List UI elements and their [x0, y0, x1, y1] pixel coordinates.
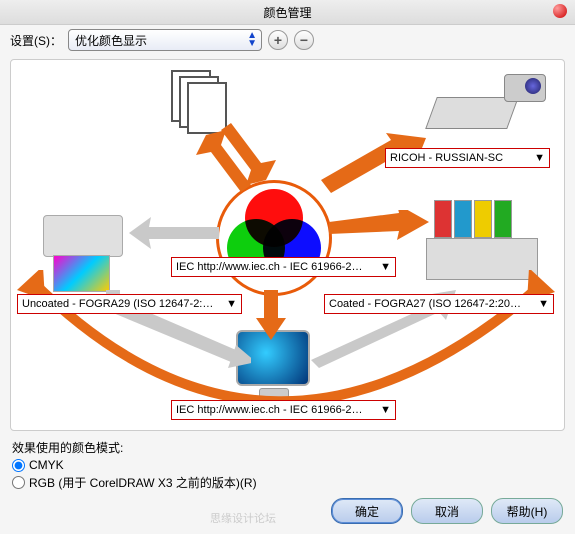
rgb-profile-value: IEC http://www.iec.ch - IEC 61966-2… — [176, 261, 362, 273]
printer-profile-value: Uncoated - FOGRA29 (ISO 12647-2:… — [22, 298, 213, 310]
arrow-engine-to-printer-icon — [129, 215, 219, 255]
cmyk-label: CMYK — [29, 458, 64, 472]
chevron-down-icon: ▼ — [380, 404, 391, 416]
chevron-down-icon: ▼ — [380, 261, 391, 273]
press-profile-dropdown[interactable]: Coated - FOGRA27 (ISO 12647-2:20… ▼ — [324, 294, 554, 314]
effects-color-mode-group: 效果使用的颜色模式: CMYK RGB (用于 CorelDRAW X3 之前的… — [12, 439, 563, 491]
scanner-profile-dropdown[interactable]: RICOH - RUSSIAN-SC ▼ — [385, 148, 550, 168]
watermark-text: 思缘设计论坛 — [210, 510, 276, 526]
effects-heading: 效果使用的颜色模式: — [12, 439, 563, 456]
preset-dropdown[interactable]: 优化颜色显示 ▲▼ — [68, 29, 262, 51]
cancel-button[interactable]: 取消 — [411, 498, 483, 524]
chevron-down-icon: ▼ — [226, 298, 237, 310]
window-title: 颜色管理 — [263, 4, 311, 21]
press-profile-value: Coated - FOGRA27 (ISO 12647-2:20… — [329, 298, 521, 310]
arrow-engine-to-doc-icon — [216, 120, 276, 190]
color-flow-panel: RICOH - RUSSIAN-SC ▼ IEC http://www.iec.… — [10, 59, 565, 431]
printer-profile-dropdown[interactable]: Uncoated - FOGRA29 (ISO 12647-2:… ▼ — [17, 294, 242, 314]
close-icon[interactable] — [553, 4, 567, 18]
press-icon — [426, 200, 546, 280]
minus-icon: − — [300, 33, 308, 47]
chevron-down-icon: ▼ — [538, 298, 549, 310]
monitor-profile-value: IEC http://www.iec.ch - IEC 61966-2… — [176, 404, 362, 416]
scanner-profile-value: RICOH - RUSSIAN-SC — [390, 152, 503, 164]
add-preset-button[interactable]: + — [268, 30, 288, 50]
rgb-radio[interactable] — [12, 476, 25, 489]
rgb-profile-dropdown[interactable]: IEC http://www.iec.ch - IEC 61966-2… ▼ — [171, 257, 396, 277]
cmyk-radio[interactable] — [12, 459, 25, 472]
settings-label: 设置(S)： — [10, 32, 62, 49]
settings-toolbar: 设置(S)： 优化颜色显示 ▲▼ + − — [0, 25, 575, 55]
chevron-updown-icon: ▲▼ — [247, 32, 257, 48]
chevron-down-icon: ▼ — [534, 152, 545, 164]
titlebar: 颜色管理 — [0, 0, 575, 25]
help-button[interactable]: 帮助(H) — [491, 498, 563, 524]
rgb-label: RGB (用于 CorelDRAW X3 之前的版本)(R) — [29, 474, 257, 491]
cmyk-radio-row[interactable]: CMYK — [12, 458, 563, 472]
scanner-camera-icon — [431, 74, 546, 129]
ok-button[interactable]: 确定 — [331, 498, 403, 524]
monitor-profile-dropdown[interactable]: IEC http://www.iec.ch - IEC 61966-2… ▼ — [171, 400, 396, 420]
plus-icon: + — [274, 33, 282, 47]
preset-value: 优化颜色显示 — [75, 32, 147, 49]
arrow-engine-to-press-icon — [329, 210, 429, 250]
dialog-buttons: 确定 取消 帮助(H) — [331, 498, 563, 524]
remove-preset-button[interactable]: − — [294, 30, 314, 50]
rgb-radio-row[interactable]: RGB (用于 CorelDRAW X3 之前的版本)(R) — [12, 474, 563, 491]
